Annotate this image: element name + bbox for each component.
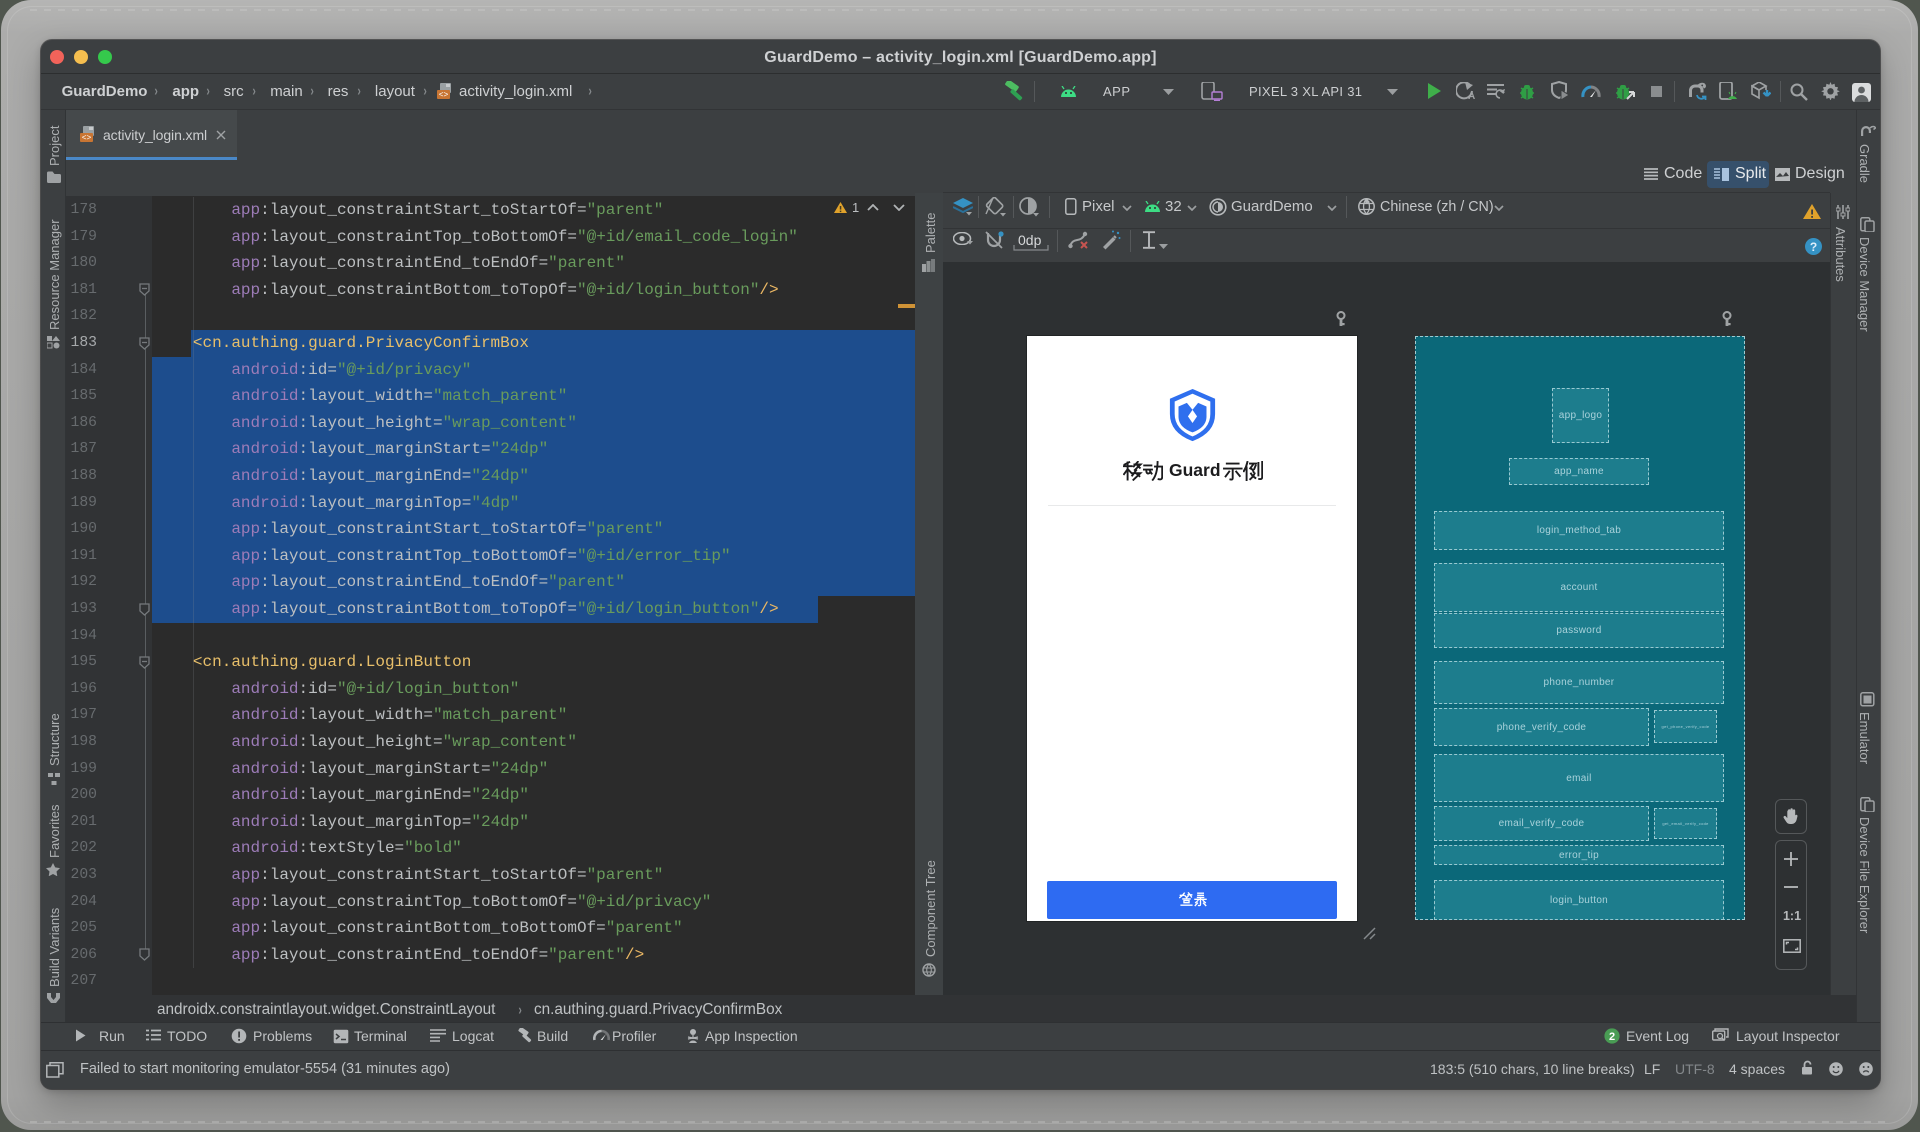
svg-text:?: ? bbox=[1810, 240, 1817, 254]
svg-text:<>: <> bbox=[439, 91, 449, 100]
svg-text:<>: <> bbox=[82, 134, 92, 143]
svg-text:A: A bbox=[1468, 91, 1475, 100]
svg-text:2: 2 bbox=[1609, 1031, 1615, 1043]
